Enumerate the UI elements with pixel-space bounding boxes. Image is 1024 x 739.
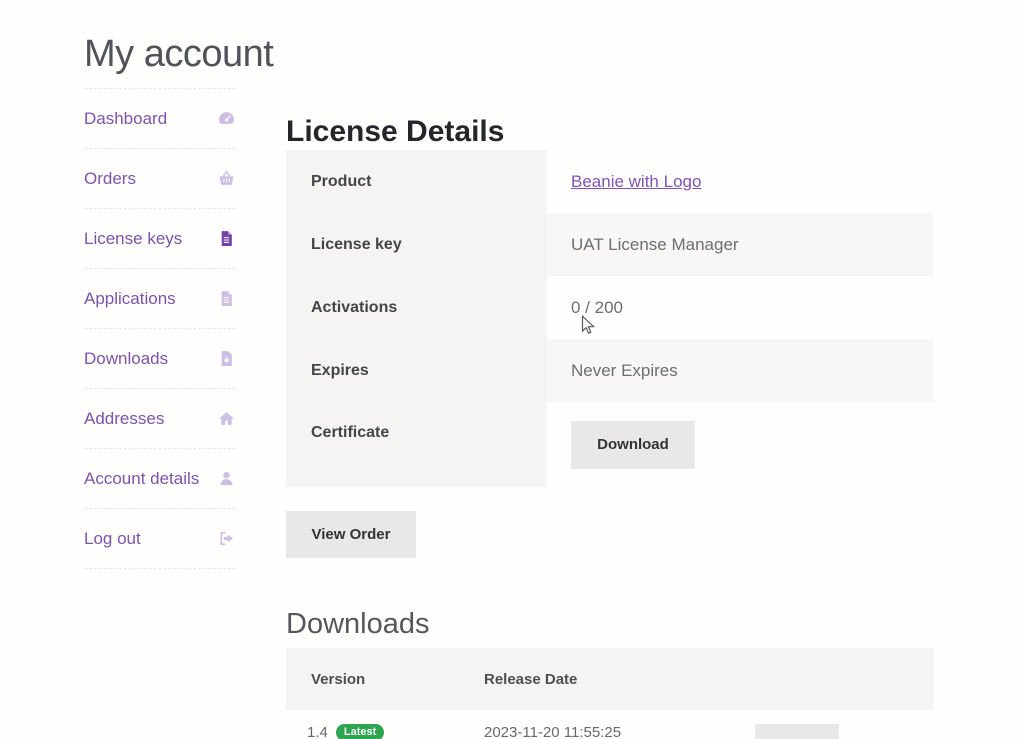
- latest-badge: Latest: [336, 724, 384, 739]
- sidebar-item-downloads[interactable]: Downloads: [84, 329, 236, 389]
- action-cell: Download: [755, 724, 934, 739]
- user-icon: [218, 470, 236, 488]
- file-text-icon: [218, 290, 236, 308]
- row-label-activations: Activations: [286, 276, 547, 339]
- sidebar-item-label: Addresses: [84, 409, 164, 429]
- page-title: My account: [84, 33, 273, 76]
- sidebar-item-label: License keys: [84, 229, 182, 249]
- sidebar-item-label: Downloads: [84, 349, 168, 369]
- row-value-expires: Never Expires: [547, 339, 934, 402]
- version-download-button[interactable]: Download: [755, 724, 839, 739]
- sidebar-item-orders[interactable]: Orders: [84, 149, 236, 209]
- sidebar-item-applications[interactable]: Applications: [84, 269, 236, 329]
- row-value-license-key: UAT License Manager: [547, 213, 934, 276]
- file-download-icon: [218, 350, 236, 368]
- download-row: 1.4 Latest 2023-11-20 11:55:25 Download: [286, 710, 934, 739]
- sidebar-item-label: Account details: [84, 469, 199, 489]
- version-number: 1.4: [307, 724, 328, 739]
- sidebar-item-label: Dashboard: [84, 109, 167, 129]
- view-order-button[interactable]: View Order: [286, 511, 416, 558]
- release-date-cell: 2023-11-20 11:55:25: [484, 724, 755, 739]
- row-label-license-key: License key: [286, 213, 547, 276]
- file-text-icon: [218, 230, 236, 248]
- home-icon: [218, 410, 236, 428]
- row-label-certificate: Certificate: [286, 402, 547, 487]
- sidebar-item-label: Orders: [84, 169, 136, 189]
- version-cell: 1.4 Latest: [286, 724, 484, 739]
- row-value-activations: 0 / 200: [547, 276, 934, 339]
- product-link[interactable]: Beanie with Logo: [571, 172, 701, 192]
- license-details-table: Product Beanie with Logo License key UAT…: [286, 150, 934, 487]
- column-header-release-date: Release Date: [484, 671, 755, 688]
- sidebar-item-dashboard[interactable]: Dashboard: [84, 89, 236, 149]
- downloads-heading: Downloads: [286, 608, 429, 641]
- my-account-page: My account Dashboard Orders License keys…: [0, 0, 1024, 739]
- sidebar-item-log-out[interactable]: Log out: [84, 509, 236, 569]
- sidebar-item-addresses[interactable]: Addresses: [84, 389, 236, 449]
- sidebar-item-license-keys[interactable]: License keys: [84, 209, 236, 269]
- downloads-table-header: Version Release Date: [286, 648, 934, 710]
- sidebar-item-account-details[interactable]: Account details: [84, 449, 236, 509]
- column-header-version: Version: [286, 671, 484, 688]
- row-value-product: Beanie with Logo: [547, 150, 934, 213]
- sidebar-item-label: Log out: [84, 529, 141, 549]
- basket-icon: [218, 170, 236, 188]
- row-label-expires: Expires: [286, 339, 547, 402]
- certificate-download-button[interactable]: Download: [571, 421, 695, 469]
- row-label-product: Product: [286, 150, 547, 213]
- downloads-table: Version Release Date 1.4 Latest 2023-11-…: [286, 648, 934, 739]
- sidebar-item-label: Applications: [84, 289, 176, 309]
- account-sidebar: Dashboard Orders License keys Applicatio…: [84, 88, 236, 569]
- license-details-heading: License Details: [286, 115, 504, 149]
- row-value-certificate: Download: [547, 402, 934, 487]
- gauge-icon: [218, 110, 236, 128]
- sign-out-icon: [218, 530, 236, 548]
